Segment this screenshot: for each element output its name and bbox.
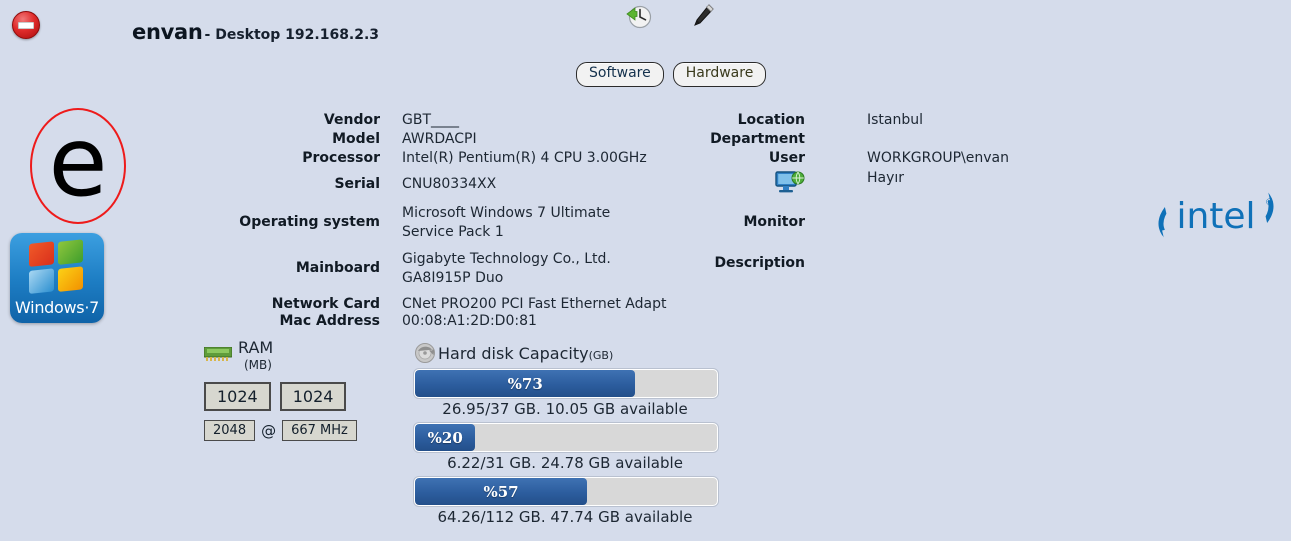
hard-disk-title-label: Hard disk Capacity bbox=[438, 343, 589, 363]
disk-usage-percent-label: %73 bbox=[507, 374, 543, 393]
info-label-model: Model bbox=[332, 131, 380, 147]
info-value-serial: CNU80334XX bbox=[402, 176, 497, 192]
info-row-monitor: Monitor bbox=[700, 214, 1009, 230]
info-label-location: Location bbox=[737, 112, 805, 128]
windows-flag-icon bbox=[29, 238, 85, 296]
software-info-right: Location Istanbul Department User WORKGR… bbox=[700, 112, 1009, 271]
ram-title-label: RAM bbox=[238, 338, 274, 357]
monitor-network-icon bbox=[775, 170, 805, 200]
hard-disk-icon bbox=[414, 342, 436, 364]
ram-unit-label: (MB) bbox=[244, 358, 272, 372]
info-label-processor: Processor bbox=[302, 150, 380, 166]
info-row-serial: Serial CNU80334XX bbox=[130, 176, 666, 192]
info-label-department: Department bbox=[710, 131, 805, 147]
svg-text:®: ® bbox=[1265, 198, 1274, 208]
disk-usage-caption: 64.26/112 GB. 47.74 GB available bbox=[437, 508, 693, 526]
ram-slot-list: 1024 1024 bbox=[204, 382, 357, 411]
tab-software[interactable]: Software bbox=[576, 62, 664, 87]
info-label-monitor: Monitor bbox=[743, 214, 805, 230]
host-subtitle-label: - Desktop 192.168.2.3 bbox=[204, 27, 380, 43]
ram-module-icon bbox=[203, 346, 233, 361]
tab-bar: Software Hardware bbox=[576, 62, 767, 87]
stop-icon[interactable] bbox=[12, 11, 40, 39]
windows-flag-quadrant-red bbox=[29, 241, 54, 267]
ram-slot-value: 1024 bbox=[279, 382, 347, 411]
info-row-description: Description bbox=[700, 255, 1009, 271]
info-row-location: Location Istanbul bbox=[700, 112, 1009, 128]
info-row-mainboard: Mainboard Gigabyte Technology Co., Ltd. … bbox=[130, 250, 666, 288]
ram-speed-value: 667 MHz bbox=[282, 420, 357, 441]
intel-wordmark: intel bbox=[1176, 196, 1255, 237]
ram-total-value: 2048 bbox=[204, 420, 256, 441]
intel-logo: intel ® bbox=[1152, 168, 1280, 263]
info-value-user: WORKGROUP\envan bbox=[867, 150, 1009, 166]
info-value-monitor-state: Hayır bbox=[867, 170, 905, 186]
disk-usage-bar: %20 bbox=[414, 423, 718, 452]
info-value-vendor: GBT____ bbox=[402, 112, 460, 128]
info-row-operating-system: Operating system Microsoft Windows 7 Ult… bbox=[130, 204, 666, 242]
hard-disk-section: Hard disk Capacity (GB) %73 26.95/37 GB.… bbox=[414, 342, 718, 526]
info-row-user: User WORKGROUP\envan bbox=[700, 150, 1009, 166]
info-value-mainboard: Gigabyte Technology Co., Ltd. GA8I915P D… bbox=[402, 250, 611, 286]
info-value-processor: Intel(R) Pentium(R) 4 CPU 3.00GHz bbox=[402, 150, 647, 166]
info-label-description: Description bbox=[714, 255, 805, 271]
info-row-model: Model AWRDACPI bbox=[130, 131, 666, 147]
windows-7-logo: Windows·7 bbox=[10, 233, 104, 323]
info-label-network-card: Network Card Mac Address bbox=[271, 295, 380, 330]
hostname-label: envan bbox=[132, 20, 203, 44]
info-value-location: Istanbul bbox=[867, 112, 924, 128]
tab-hardware[interactable]: Hardware bbox=[672, 62, 767, 87]
info-value-model: AWRDACPI bbox=[402, 131, 477, 147]
info-label-serial: Serial bbox=[334, 176, 380, 192]
disk-usage-bar-fill: %57 bbox=[415, 478, 588, 505]
e-logo: e bbox=[30, 108, 126, 224]
info-row-processor: Processor Intel(R) Pentium(R) 4 CPU 3.00… bbox=[130, 150, 666, 166]
info-row-department: Department bbox=[700, 131, 1009, 147]
disk-usage-bar-fill: %73 bbox=[415, 370, 636, 397]
stop-icon-bar bbox=[18, 21, 34, 29]
e-logo-letter: e bbox=[48, 106, 108, 218]
windows-flag-quadrant-blue bbox=[29, 268, 54, 294]
ram-header: RAM bbox=[203, 338, 357, 361]
info-label-operating-system: Operating system bbox=[239, 214, 380, 230]
info-row-monitor-state: Hayır bbox=[700, 170, 1009, 200]
history-clock-icon[interactable] bbox=[624, 2, 652, 30]
disk-volume: %57 64.26/112 GB. 47.74 GB available bbox=[414, 477, 718, 526]
disk-usage-percent-label: %57 bbox=[483, 482, 519, 501]
pen-edit-icon[interactable] bbox=[690, 2, 716, 30]
disk-volume: %73 26.95/37 GB. 10.05 GB available bbox=[414, 369, 718, 418]
disk-usage-bar-fill: %20 bbox=[415, 424, 476, 451]
disk-usage-caption: 26.95/37 GB. 10.05 GB available bbox=[442, 400, 688, 418]
disk-usage-percent-label: %20 bbox=[427, 428, 463, 447]
disk-volume: %20 6.22/31 GB. 24.78 GB available bbox=[414, 423, 718, 472]
ram-at-separator: @ bbox=[261, 421, 277, 440]
software-info-left: Vendor GBT____ Model AWRDACPI Processor … bbox=[130, 112, 666, 331]
page-title: envan - Desktop 192.168.2.3 bbox=[132, 20, 379, 44]
info-label-mainboard: Mainboard bbox=[295, 259, 380, 276]
info-row-network-card: Network Card Mac Address CNet PRO200 PCI… bbox=[130, 295, 667, 331]
ram-section: RAM (MB) 1024 1024 2048 @ 667 MHz bbox=[203, 338, 357, 441]
info-label-monitor-state bbox=[700, 170, 805, 200]
info-value-network-card: CNet PRO200 PCI Fast Ethernet Adapt 00:0… bbox=[402, 295, 667, 330]
windows-flag-quadrant-yellow bbox=[58, 266, 83, 292]
ram-slot-value: 1024 bbox=[204, 382, 271, 411]
disk-usage-bar: %73 bbox=[414, 369, 718, 398]
hard-disk-header: Hard disk Capacity (GB) bbox=[414, 342, 718, 364]
disk-usage-bar: %57 bbox=[414, 477, 718, 506]
info-value-operating-system: Microsoft Windows 7 Ultimate Service Pac… bbox=[402, 205, 611, 240]
windows-flag-quadrant-green bbox=[58, 239, 83, 265]
windows-logo-label: Windows·7 bbox=[15, 298, 99, 317]
disk-usage-caption: 6.22/31 GB. 24.78 GB available bbox=[447, 454, 683, 472]
info-label-vendor: Vendor bbox=[323, 112, 380, 128]
ram-total-row: 2048 @ 667 MHz bbox=[204, 420, 357, 441]
hard-disk-unit-label: (GB) bbox=[588, 349, 614, 362]
info-label-user: User bbox=[768, 150, 805, 166]
info-row-vendor: Vendor GBT____ bbox=[130, 112, 666, 128]
